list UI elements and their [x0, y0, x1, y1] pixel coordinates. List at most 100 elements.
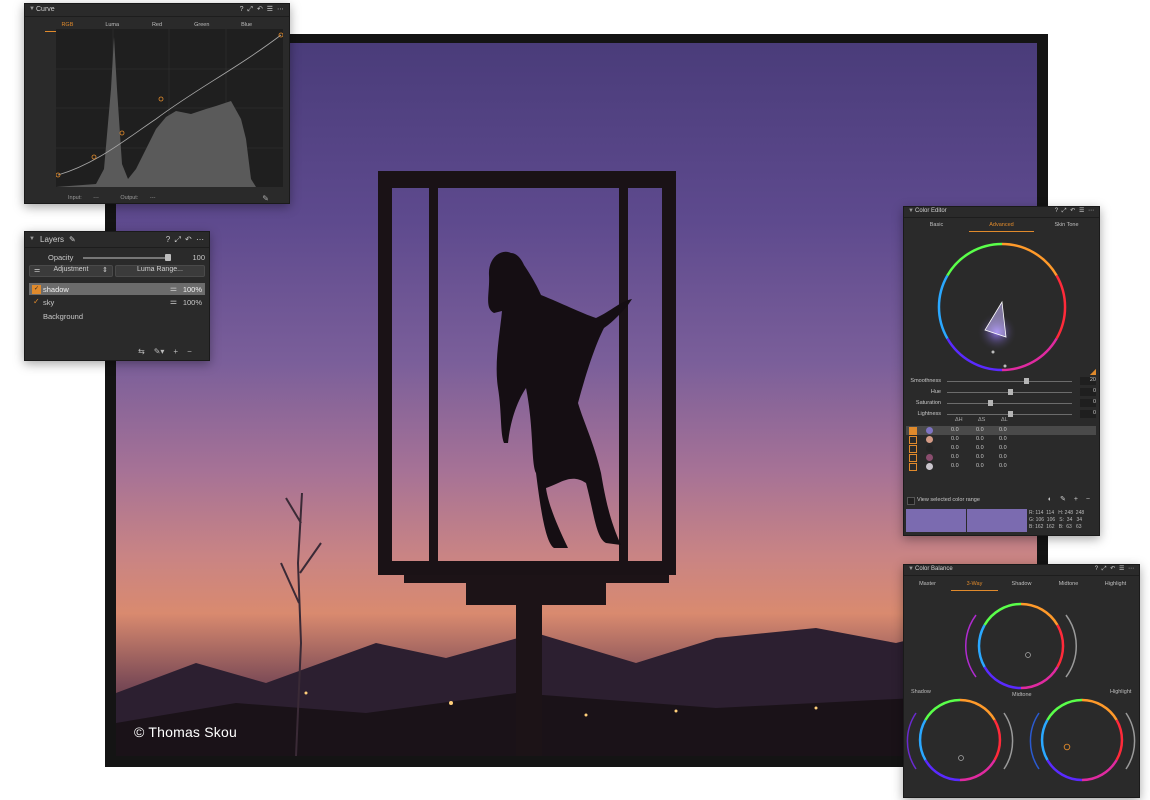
view-selected-checkbox[interactable]	[907, 497, 915, 505]
slider-row-hue: Hue 0	[904, 388, 1099, 398]
slider-value[interactable]: 0	[1080, 399, 1096, 407]
layer-adjust-icon[interactable]: ⚌	[170, 284, 177, 293]
delta-s: 0.0	[976, 463, 984, 469]
adjustment-dropdown[interactable]: ⚌ Adjustment ⇕	[29, 265, 113, 277]
layer-row-background[interactable]: Background	[29, 310, 205, 322]
shadow-wheel-label: Shadow	[911, 689, 931, 695]
remove-layer-icon[interactable]: −	[187, 347, 192, 356]
tab-shadow[interactable]: Shadow	[998, 579, 1045, 590]
panel-tools-icons[interactable]: ? ⤢ ↶ ⋯	[166, 235, 205, 245]
layer-name: shadow	[43, 285, 69, 294]
curve-panel: ▼ Curve ? ⤢ ↶ ☰ ⋯ RGB Luma Red Green Blu…	[24, 3, 290, 204]
sync-icon[interactable]: ⇆	[138, 347, 145, 356]
color-range-row[interactable]: 0.0 0.0 0.0	[906, 444, 1096, 453]
output-label: Output:	[120, 195, 139, 201]
opacity-row: Opacity 100	[25, 252, 209, 264]
opacity-slider[interactable]	[83, 257, 171, 259]
layer-checkbox[interactable]: ✓	[32, 285, 41, 294]
tab-basic[interactable]: Basic	[904, 220, 969, 231]
panel-tools-icons[interactable]: ? ⤢ ↶ ☰ ⋯	[240, 5, 285, 14]
sliders-icon: ⚌	[34, 267, 41, 274]
delta-l: 0.0	[999, 427, 1007, 433]
delta-h: 0.0	[951, 463, 959, 469]
opacity-value[interactable]: 100	[181, 253, 205, 262]
slider-knob[interactable]	[1023, 378, 1029, 384]
layer-opacity: 100%	[182, 298, 202, 307]
color-range-row[interactable]: 0.0 0.0 0.0	[906, 462, 1096, 471]
tab-midtone[interactable]: Midtone	[1045, 579, 1092, 590]
tab-master[interactable]: Master	[904, 579, 951, 590]
layer-row-shadow[interactable]: ✓ shadow ⚌ 100%	[29, 283, 205, 295]
slider-knob[interactable]	[1007, 389, 1013, 395]
layers-title-bar: ▼ Layers ✎ ? ⤢ ↶ ⋯	[25, 232, 209, 248]
slider-knob[interactable]	[987, 400, 993, 406]
collapse-chevron-icon[interactable]: ▼	[29, 6, 35, 12]
color-range-row[interactable]: 0.0 0.0 0.0	[906, 426, 1096, 435]
color-balance-title: Color Balance	[915, 566, 953, 572]
color-balance-title-bar: ▼ Color Balance ? ⤢ ↶ ☰ ⋯	[904, 565, 1139, 576]
curve-title-bar: ▼ Curve ? ⤢ ↶ ☰ ⋯	[25, 4, 289, 17]
luma-range-button[interactable]: Luma Range...	[115, 265, 205, 277]
original-color-swatch	[906, 509, 966, 532]
slider-label: Hue	[930, 389, 941, 395]
curve-plot[interactable]	[55, 29, 284, 187]
delta-s: 0.0	[976, 427, 984, 433]
eyedropper-icon[interactable]: ✎	[262, 194, 269, 203]
opacity-slider-knob[interactable]	[165, 254, 171, 261]
color-range-row[interactable]: 0.0 0.0 0.0	[906, 453, 1096, 462]
brush-menu-icon[interactable]: ✎▾	[154, 347, 165, 356]
slider-label: Lightness	[917, 411, 941, 417]
midtone-wheel-label: Midtone	[1012, 692, 1032, 698]
row-checkbox[interactable]	[909, 454, 917, 462]
color-range-row[interactable]: 0.0 0.0 0.0	[906, 435, 1096, 444]
curve-io-readout: Input: --- Output: ---	[68, 195, 175, 201]
range-tools-icons[interactable]: ◐ ✎ + −	[1048, 495, 1093, 503]
slider-value[interactable]: 0	[1080, 388, 1096, 396]
layers-panel: ▼ Layers ✎ ? ⤢ ↶ ⋯ Opacity 100 ⚌ Adjustm…	[24, 231, 210, 361]
color-dot	[926, 454, 933, 461]
slider-knob[interactable]	[1007, 411, 1013, 417]
panel-tools-icons[interactable]: ? ⤢ ↶ ☰ ⋯	[1055, 207, 1095, 215]
row-checkbox[interactable]	[909, 463, 917, 471]
color-picker-icon[interactable]: ◢	[1090, 367, 1096, 376]
tab-3-way[interactable]: 3-Way	[951, 579, 998, 591]
panel-tools-icons[interactable]: ? ⤢ ↶ ☰ ⋯	[1095, 565, 1135, 573]
brush-icon[interactable]: ✎	[69, 235, 76, 244]
adjusted-color-swatch	[967, 509, 1027, 532]
slider-track[interactable]	[947, 381, 1072, 382]
color-balance-tabs: Master 3-Way Shadow Midtone Highlight	[904, 579, 1139, 591]
layers-title: Layers	[40, 235, 65, 244]
delta-l: 0.0	[999, 445, 1007, 451]
row-checkbox[interactable]	[909, 445, 917, 453]
color-dot	[926, 436, 933, 443]
layer-name: Background	[43, 312, 84, 321]
delta-s: 0.0	[976, 445, 984, 451]
delta-s: 0.0	[976, 454, 984, 460]
collapse-chevron-icon[interactable]: ▼	[908, 208, 914, 214]
row-checkbox[interactable]	[909, 427, 917, 435]
color-wheel[interactable]	[937, 242, 1067, 372]
layer-adjust-icon[interactable]: ⚌	[170, 297, 177, 306]
delta-l: 0.0	[999, 463, 1007, 469]
rgb-readout: R: 114 114 H: 248 248 G: 106 106 S: 34 3…	[1029, 510, 1085, 530]
row-checkbox[interactable]	[909, 436, 917, 444]
layer-opacity: 100%	[182, 285, 202, 294]
input-value: ---	[93, 195, 99, 201]
layer-check-icon[interactable]: ✓	[33, 297, 40, 306]
collapse-chevron-icon[interactable]: ▼	[29, 236, 35, 242]
curve-title: Curve	[36, 6, 55, 13]
slider-value[interactable]: 20	[1080, 377, 1096, 385]
collapse-chevron-icon[interactable]: ▼	[908, 566, 914, 572]
input-label: Input:	[68, 195, 82, 201]
output-value: ---	[149, 195, 156, 201]
add-layer-icon[interactable]: +	[173, 347, 178, 356]
delta-h: 0.0	[951, 436, 959, 442]
layer-row-sky[interactable]: ✓ sky ⚌ 100%	[29, 296, 205, 308]
tab-skin-tone[interactable]: Skin Tone	[1034, 220, 1099, 231]
tab-advanced[interactable]: Advanced	[969, 220, 1034, 232]
tab-highlight[interactable]: Highlight	[1092, 579, 1139, 590]
slider-track[interactable]	[947, 403, 1072, 404]
color-dot	[926, 463, 933, 470]
slider-value[interactable]: 0	[1080, 410, 1096, 418]
highlight-wheel-label: Highlight	[1110, 689, 1132, 695]
